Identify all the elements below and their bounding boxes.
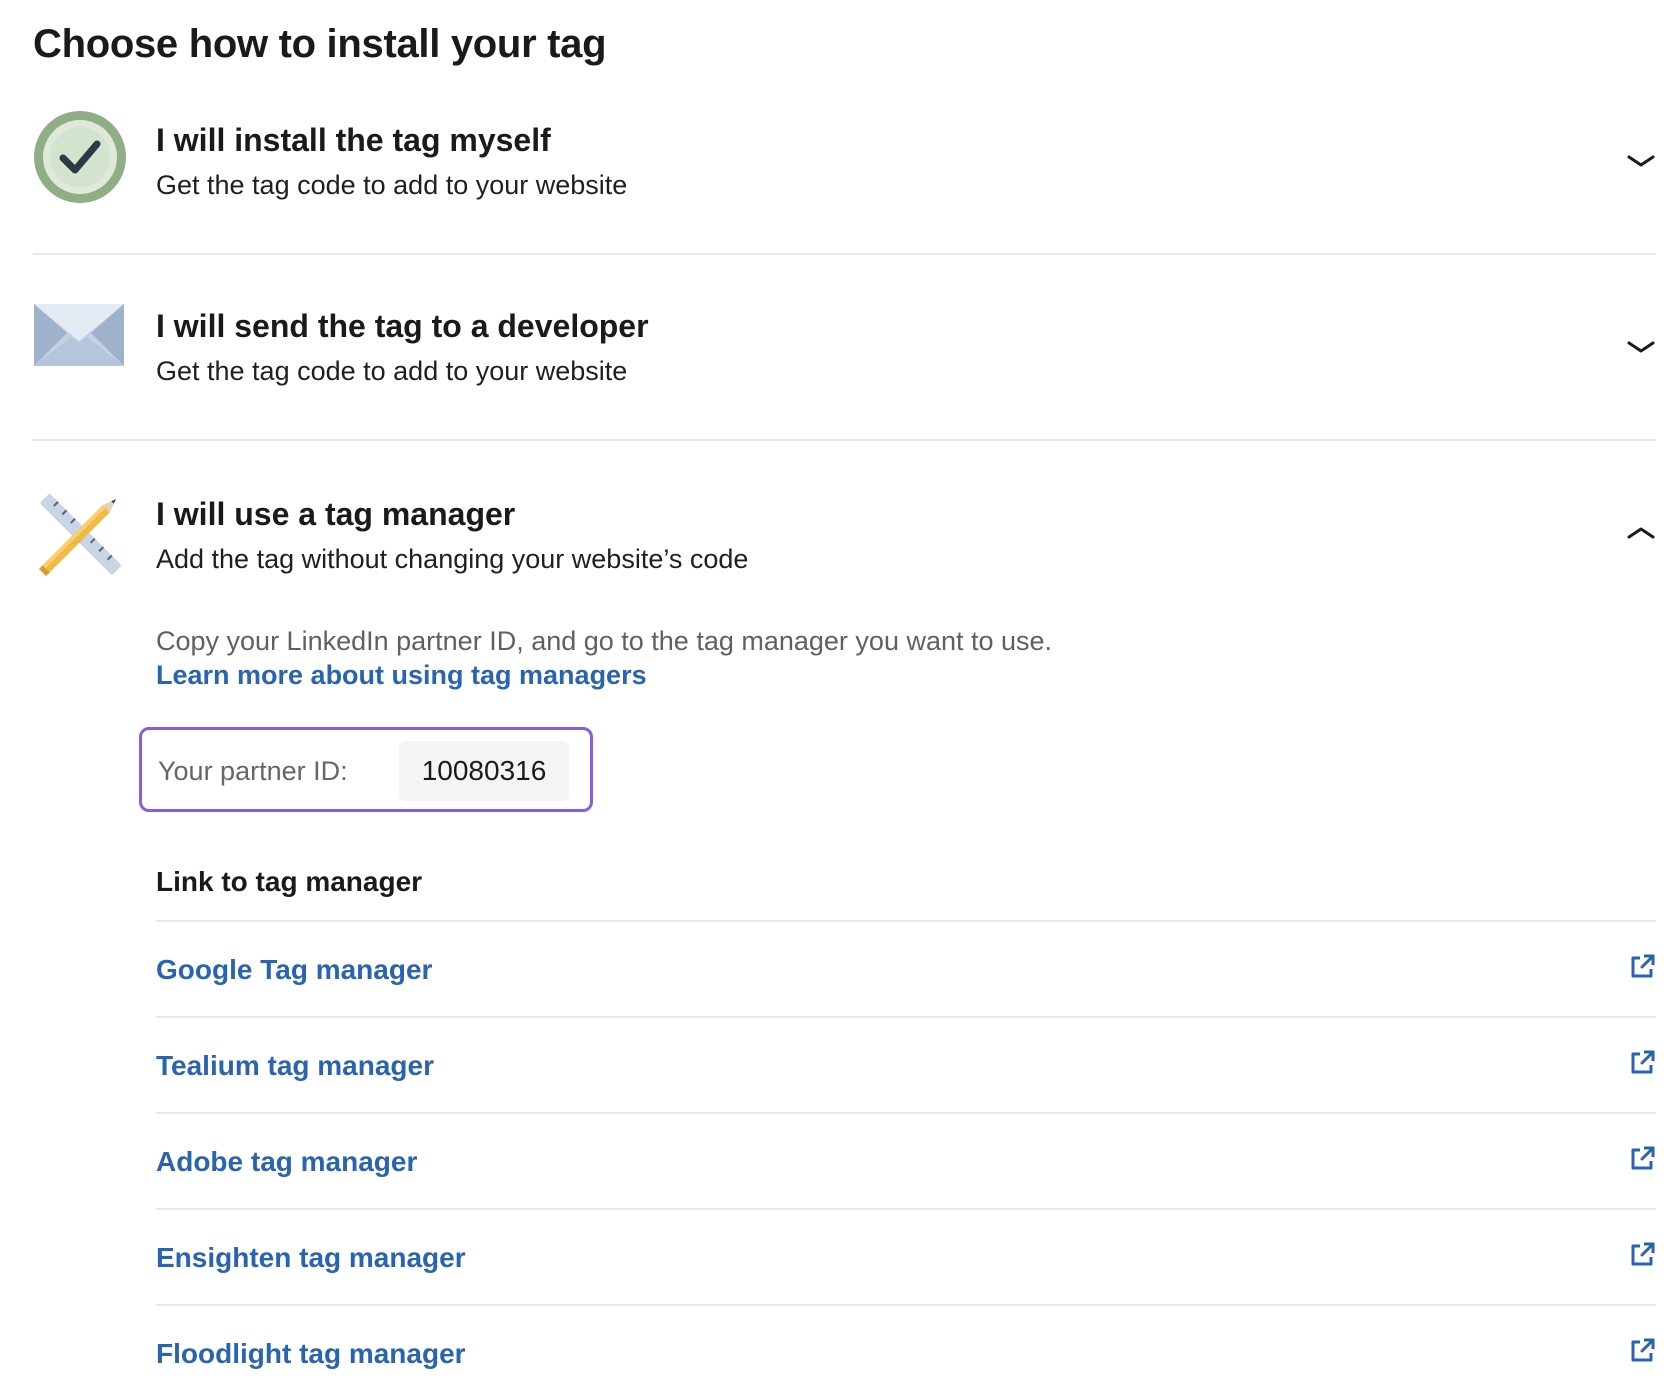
option-title: I will install the tag myself bbox=[156, 122, 551, 158]
divider bbox=[33, 439, 1656, 441]
tag-manager-link[interactable]: Tealium tag manager bbox=[156, 1050, 434, 1082]
page-title: Choose how to install your tag bbox=[33, 22, 607, 66]
option-subtitle: Add the tag without changing your websit… bbox=[156, 544, 749, 574]
option-subtitle: Get the tag code to add to your website bbox=[156, 356, 628, 386]
install-tag-page: Choose how to install your tag I will in… bbox=[0, 0, 1680, 1382]
option-subtitle: Get the tag code to add to your website bbox=[156, 170, 628, 200]
external-link-icon[interactable] bbox=[1628, 1049, 1656, 1077]
divider bbox=[33, 253, 1656, 255]
tag-manager-link[interactable]: Google Tag manager bbox=[156, 954, 432, 986]
external-link-icon[interactable] bbox=[1628, 953, 1656, 981]
link-to-tag-manager-heading: Link to tag manager bbox=[156, 866, 423, 897]
chevron-down-icon[interactable] bbox=[1626, 338, 1656, 356]
option-install-myself[interactable]: I will install the tag myself Get the ta… bbox=[33, 110, 1656, 210]
tag-manager-link[interactable]: Ensighten tag manager bbox=[156, 1242, 466, 1274]
option-title: I will use a tag manager bbox=[156, 496, 516, 532]
tag-manager-row-ensighten[interactable]: Ensighten tag manager bbox=[156, 1208, 1656, 1304]
check-circle-icon bbox=[34, 111, 126, 203]
external-link-icon[interactable] bbox=[1628, 1241, 1656, 1269]
tag-manager-row-tealium[interactable]: Tealium tag manager bbox=[156, 1016, 1656, 1112]
tag-manager-description: Copy your LinkedIn partner ID, and go to… bbox=[156, 626, 1053, 656]
tag-manager-link[interactable]: Adobe tag manager bbox=[156, 1146, 417, 1178]
learn-more-link[interactable]: Learn more about using tag managers bbox=[156, 660, 647, 691]
tag-manager-list: Google Tag manager Tealium tag manager A… bbox=[156, 920, 1656, 1400]
tag-manager-row-adobe[interactable]: Adobe tag manager bbox=[156, 1112, 1656, 1208]
tag-manager-row-google[interactable]: Google Tag manager bbox=[156, 920, 1656, 1016]
chevron-down-icon[interactable] bbox=[1626, 152, 1656, 170]
option-tag-manager[interactable]: I will use a tag manager Add the tag wit… bbox=[33, 484, 1656, 584]
partner-id-box: Your partner ID: 10080316 bbox=[139, 727, 593, 812]
option-send-developer[interactable]: I will send the tag to a developer Get t… bbox=[33, 296, 1656, 396]
partner-id-label: Your partner ID: bbox=[158, 756, 348, 786]
envelope-icon bbox=[34, 304, 124, 366]
tag-manager-link[interactable]: Floodlight tag manager bbox=[156, 1338, 466, 1370]
option-title: I will send the tag to a developer bbox=[156, 308, 649, 344]
external-link-icon[interactable] bbox=[1628, 1145, 1656, 1173]
external-link-icon[interactable] bbox=[1628, 1337, 1656, 1365]
partner-id-value[interactable]: 10080316 bbox=[399, 741, 569, 801]
chevron-up-icon[interactable] bbox=[1626, 524, 1656, 542]
ruler-pencil-icon bbox=[38, 494, 121, 577]
tag-manager-row-floodlight[interactable]: Floodlight tag manager bbox=[156, 1304, 1656, 1400]
